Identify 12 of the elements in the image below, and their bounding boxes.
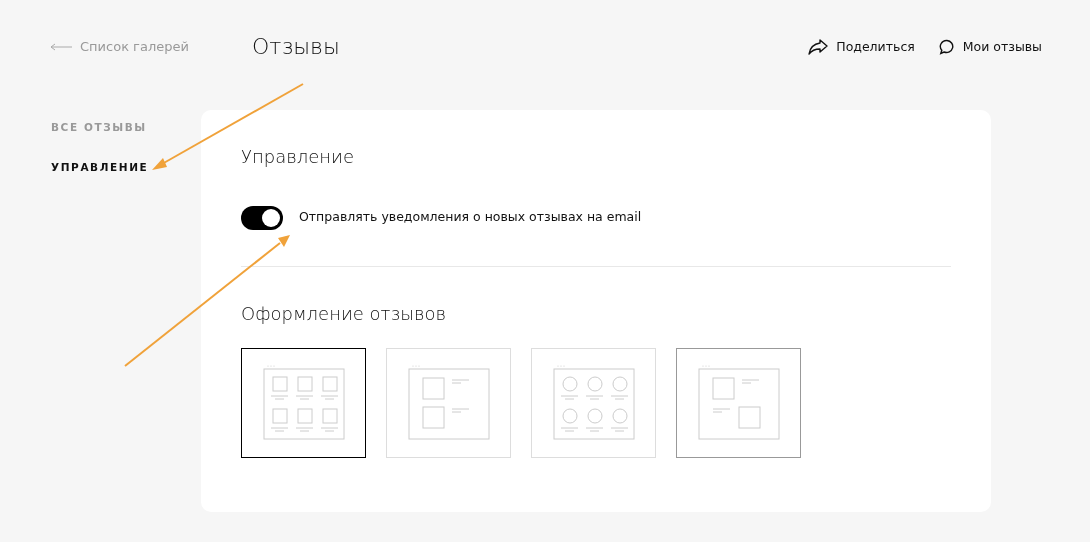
layout-option[interactable] [241, 348, 366, 459]
section-title: Оформление отзывов [241, 302, 448, 325]
share-link[interactable]: Поделиться [808, 37, 915, 57]
section-title: Управление [241, 146, 356, 168]
toggle-switch[interactable] [241, 205, 283, 230]
page-title: Отзывы [252, 33, 340, 61]
comment-icon [938, 39, 955, 55]
share-icon [808, 39, 829, 55]
toggle-label: Отправлять уведомления о новых отзывах на email [299, 208, 642, 227]
reviews-link[interactable]: Мои отзывы [938, 37, 1042, 57]
sidebar-item[interactable]: УПРАВЛЕНИЕ [51, 159, 201, 176]
arrow-left-icon [50, 43, 72, 51]
